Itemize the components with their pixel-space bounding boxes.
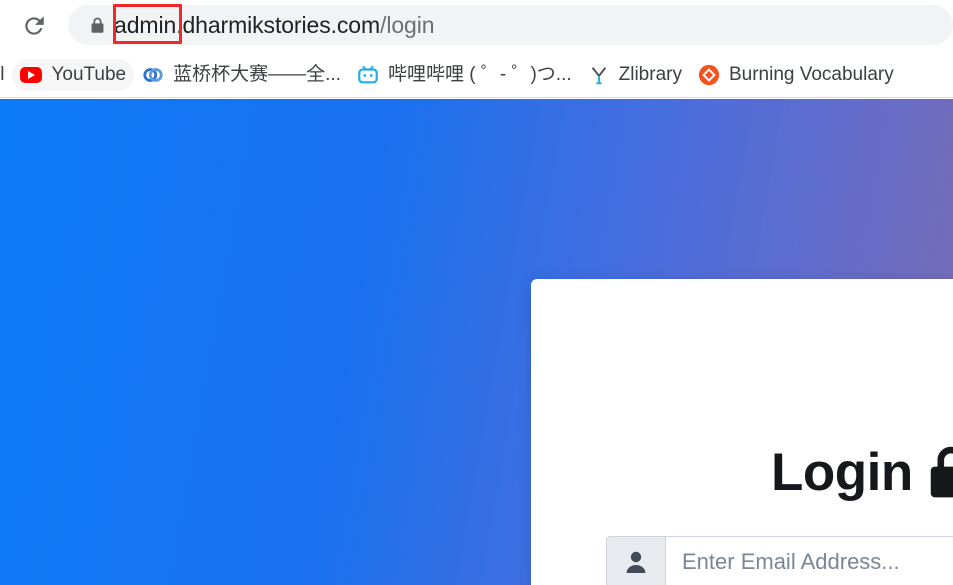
browser-window: admin.dharmikstories.com/login il YouTub… xyxy=(0,0,953,585)
bookmark-burning-vocabulary[interactable]: Burning Vocabulary xyxy=(690,59,902,91)
reload-button[interactable] xyxy=(16,8,52,44)
bookmark-label: il xyxy=(0,63,5,85)
bookmark-label: 哔哩哔哩 ( ゜- ゜)つ... xyxy=(387,63,572,85)
reload-icon xyxy=(25,16,44,35)
bookmark-zlibrary[interactable]: Zlibrary xyxy=(580,59,690,91)
bookmark-gmail[interactable]: il xyxy=(0,59,12,91)
bookmark-bilibili[interactable]: 哔哩哔哩 ( ゜- ゜)つ... xyxy=(349,59,580,91)
site-security-padlock-icon[interactable] xyxy=(88,16,106,34)
page-viewport: Login Enter Email Address... xyxy=(0,99,953,585)
padlock-icon xyxy=(91,17,103,33)
address-bar[interactable]: admin.dharmikstories.com/login xyxy=(68,5,953,45)
url-host-rest: .dharmikstories.com xyxy=(176,12,381,38)
login-title-text: Login xyxy=(771,442,913,502)
url-host-highlighted-part: admin xyxy=(114,12,177,38)
login-card: Login xyxy=(531,279,953,585)
email-input[interactable] xyxy=(666,537,953,585)
bookmark-lanqiao[interactable]: 蓝桥杯大赛——全... xyxy=(134,59,349,91)
lanqiao-icon xyxy=(142,64,164,86)
url-text[interactable]: admin.dharmikstories.com/login xyxy=(114,5,435,45)
bilibili-icon xyxy=(357,64,379,86)
browser-chrome: admin.dharmikstories.com/login il YouTub… xyxy=(0,0,953,98)
bookmark-youtube[interactable]: YouTube xyxy=(12,58,135,91)
burning-vocabulary-icon xyxy=(698,64,720,86)
user-icon xyxy=(607,537,666,585)
bookmark-label: Burning Vocabulary xyxy=(728,63,894,85)
youtube-icon xyxy=(20,64,43,86)
zlibrary-icon xyxy=(588,64,610,86)
bookmarks-bar: il YouTube 蓝桥杯大赛——全... xyxy=(0,52,953,97)
bookmark-label: YouTube xyxy=(51,63,127,85)
bookmark-label: Zlibrary xyxy=(618,63,682,85)
page-title: Login xyxy=(771,445,953,499)
lock-icon xyxy=(927,445,953,499)
email-field-group xyxy=(606,536,953,585)
bookmark-label: 蓝桥杯大赛——全... xyxy=(173,63,341,85)
browser-toolbar: admin.dharmikstories.com/login xyxy=(0,0,953,52)
url-path: /login xyxy=(380,12,435,38)
